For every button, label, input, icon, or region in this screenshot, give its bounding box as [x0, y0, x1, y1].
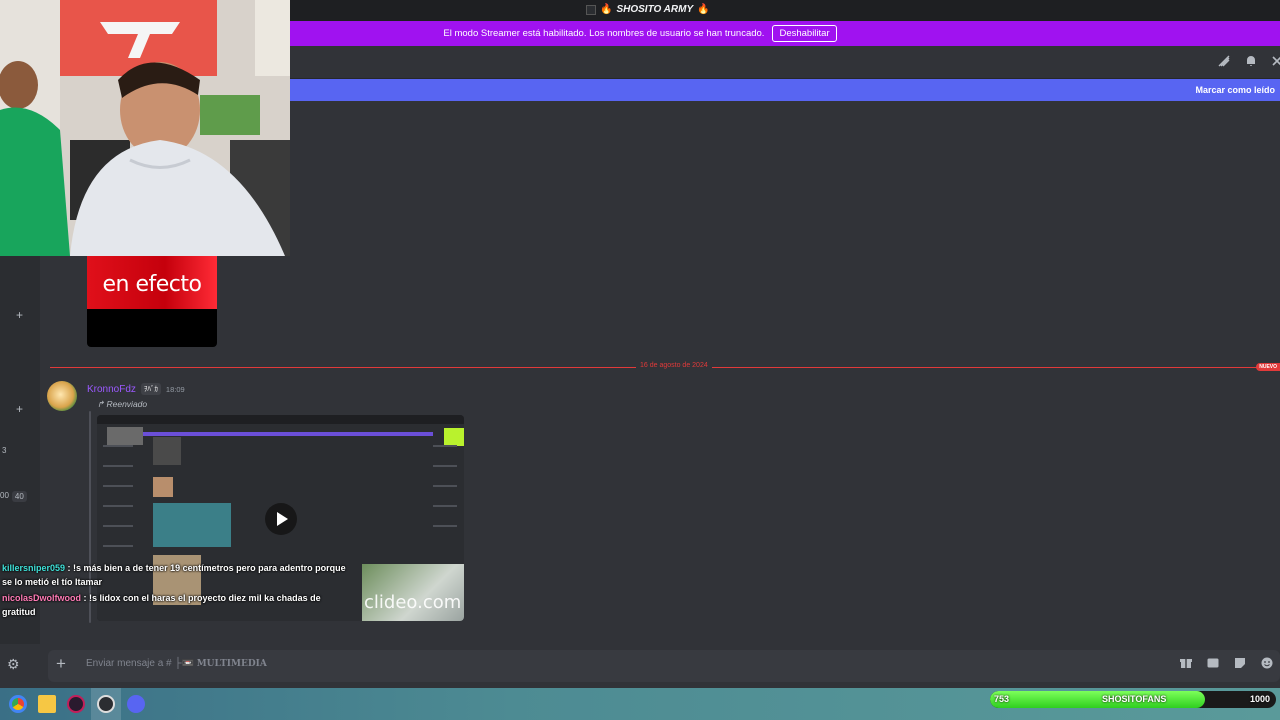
app-icon [586, 4, 596, 15]
stream-chat-overlay: killersniper059 : !s más bien a de tener… [2, 561, 347, 621]
discord-icon[interactable] [127, 695, 145, 713]
pin-icon[interactable] [1270, 54, 1280, 68]
message-placeholder: Enviar mensaje a # ├📼 MULTIMEDIA [86, 658, 267, 669]
placeholder-prefix: Enviar mensaje a # ├📼 [86, 658, 194, 669]
video-thumbnail [153, 477, 173, 497]
message-username[interactable]: KronnoFdz [87, 384, 136, 395]
flame-icon: 🔥 [600, 4, 613, 15]
chat-username: killersniper059 [2, 563, 66, 573]
gif-image[interactable]: en efecto [87, 256, 217, 347]
gear-icon[interactable]: ⚙ [7, 656, 20, 673]
streamer-mode-text: El modo Streamer está habilitado. Los no… [443, 28, 765, 39]
chrome-icon[interactable] [9, 695, 27, 713]
channel-header [290, 46, 1280, 79]
video-frame-accent [444, 428, 464, 446]
placeholder-channel: MULTIMEDIA [196, 659, 267, 669]
play-button[interactable] [265, 503, 297, 535]
obs-icon[interactable] [97, 695, 115, 713]
webcam-overlay [0, 0, 290, 256]
goal-progress-fill [990, 691, 1206, 708]
video-frame-banner [143, 432, 433, 436]
avatar[interactable] [47, 381, 77, 411]
app-icon[interactable] [67, 695, 85, 713]
goal-target: 1000 [1249, 694, 1270, 704]
attach-plus-icon[interactable]: + [56, 654, 66, 674]
follower-goal-bar: 753 SHOSITOFANS 1000 [990, 691, 1276, 708]
message-header: KronnoFdz ｦﾊﾞｶ 18:09 [87, 383, 185, 395]
date-divider: 16 de agosto de 2024 NUEVO [50, 362, 1280, 371]
forwarded-text: Reenviado [106, 399, 148, 409]
threads-icon[interactable] [1217, 54, 1231, 68]
chat-message: killersniper059 : !s más bien a de tener… [2, 561, 347, 589]
emoji-icon[interactable] [1260, 657, 1274, 671]
watermark-text: clideo.com [364, 592, 462, 613]
flame-icon: 🔥 [697, 4, 710, 15]
chat-message: nicolasDwolfwood : !s lidox con el haras… [2, 591, 347, 619]
message-timestamp: 18:09 [165, 384, 185, 394]
disable-streamer-mode-button[interactable]: Deshabilitar [772, 25, 837, 42]
number-badge: 40 [11, 491, 27, 502]
server-name: 🔥 SHOSITO ARMY 🔥 [586, 4, 710, 15]
video-thumbnail [153, 437, 181, 465]
server-name-label: SHOSITO ARMY [616, 4, 694, 15]
folder-icon[interactable] [38, 695, 56, 713]
video-frame-topbar [97, 415, 464, 424]
plus-icon[interactable]: + [16, 308, 23, 322]
webcam-image [0, 0, 290, 256]
channel-numbers: 00 40 [0, 491, 27, 502]
divider-date: 16 de agosto de 2024 [636, 362, 712, 369]
sticker-icon[interactable] [1233, 657, 1247, 671]
user-tag-badge: ｦﾊﾞｶ [140, 383, 161, 395]
gif-icon[interactable] [1206, 657, 1220, 671]
chat-username: nicolasDwolfwood [2, 593, 82, 603]
plus-icon[interactable]: + [16, 402, 23, 416]
forwarded-label: ↱ Reenviado [97, 399, 147, 410]
channel-count: 3 [2, 446, 7, 455]
bell-icon[interactable] [1244, 54, 1258, 68]
video-thumbnail [107, 427, 143, 445]
video-watermark: clideo.com [362, 564, 464, 621]
gif-caption: en efecto [102, 272, 202, 297]
message-composer: ⚙ + Enviar mensaje a # ├📼 MULTIMEDIA [0, 644, 1280, 688]
gift-icon[interactable] [1179, 657, 1193, 671]
goal-label: SHOSITOFANS [1102, 694, 1167, 704]
new-badge: NUEVO [1256, 363, 1280, 371]
new-messages-bar[interactable]: Marcar como leído [290, 79, 1280, 101]
video-thumbnail [153, 503, 231, 547]
goal-current: 753 [994, 694, 1010, 704]
number-label: 00 [0, 491, 9, 500]
mark-as-read-button[interactable]: Marcar como leído [1195, 85, 1275, 95]
